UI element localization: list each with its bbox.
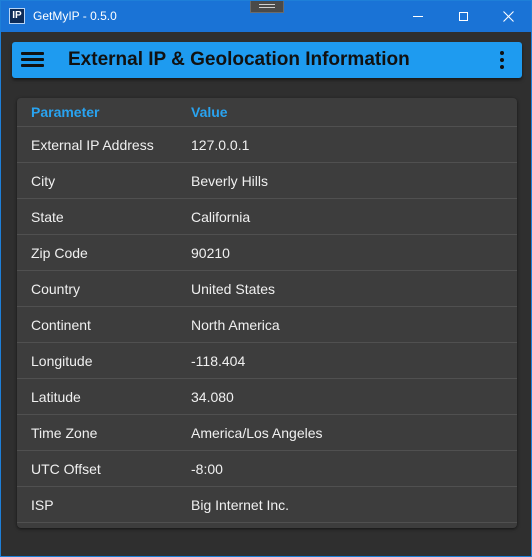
- close-icon: [502, 11, 514, 22]
- title-bar[interactable]: IP GetMyIP - 0.5.0: [1, 1, 531, 32]
- value-cell: United States: [177, 270, 517, 307]
- maximize-icon: [458, 12, 468, 21]
- close-button[interactable]: [486, 1, 530, 32]
- param-cell: UTC Offset: [17, 450, 177, 487]
- table-row: ISP Big Internet Inc.: [17, 486, 517, 523]
- value-cell: Beverly Hills: [177, 162, 517, 199]
- window-title: GetMyIP - 0.5.0: [33, 9, 117, 23]
- table-row: External IP Address 127.0.0.1: [17, 126, 517, 163]
- app-bar: External IP & Geolocation Information: [12, 42, 522, 78]
- value-cell: 90210: [177, 234, 517, 271]
- column-header-value: Value: [177, 98, 517, 127]
- app-window: IP GetMyIP - 0.5.0 External IP & Geoloca…: [0, 0, 532, 557]
- param-cell: Latitude: [17, 378, 177, 415]
- maximize-button[interactable]: [441, 1, 485, 32]
- param-cell: State: [17, 198, 177, 235]
- param-cell: Zip Code: [17, 234, 177, 271]
- value-cell: -8:00: [177, 450, 517, 487]
- info-table: Parameter Value External IP Address 127.…: [17, 98, 517, 523]
- value-cell: Big Internet Inc.: [177, 486, 517, 523]
- value-cell: 34.080: [177, 378, 517, 415]
- param-cell: Country: [17, 270, 177, 307]
- param-cell: ISP: [17, 486, 177, 523]
- table-header-row: Parameter Value: [17, 98, 517, 127]
- value-cell: California: [177, 198, 517, 235]
- table-row: Continent North America: [17, 306, 517, 343]
- info-card: Parameter Value External IP Address 127.…: [17, 98, 517, 528]
- param-cell: Longitude: [17, 342, 177, 379]
- param-cell: City: [17, 162, 177, 199]
- more-vertical-icon[interactable]: [499, 51, 505, 69]
- value-cell: America/Los Angeles: [177, 414, 517, 451]
- drag-handle-icon[interactable]: [250, 1, 284, 13]
- table-row: Longitude -118.404: [17, 342, 517, 379]
- table-row: Latitude 34.080: [17, 378, 517, 415]
- ip-app-icon: IP: [9, 8, 25, 24]
- table-row: Zip Code 90210: [17, 234, 517, 271]
- value-cell: North America: [177, 306, 517, 343]
- value-cell: 127.0.0.1: [177, 126, 517, 163]
- param-cell: Time Zone: [17, 414, 177, 451]
- page-title: External IP & Geolocation Information: [68, 49, 410, 70]
- table-row: Time Zone America/Los Angeles: [17, 414, 517, 451]
- minimize-button[interactable]: [396, 1, 440, 32]
- hamburger-menu-icon[interactable]: [21, 52, 44, 68]
- column-header-parameter: Parameter: [17, 98, 177, 127]
- table-row: State California: [17, 198, 517, 235]
- table-row: Country United States: [17, 270, 517, 307]
- param-cell: External IP Address: [17, 126, 177, 163]
- minimize-icon: [413, 16, 423, 17]
- param-cell: Continent: [17, 306, 177, 343]
- value-cell: -118.404: [177, 342, 517, 379]
- table-row: City Beverly Hills: [17, 162, 517, 199]
- table-row: UTC Offset -8:00: [17, 450, 517, 487]
